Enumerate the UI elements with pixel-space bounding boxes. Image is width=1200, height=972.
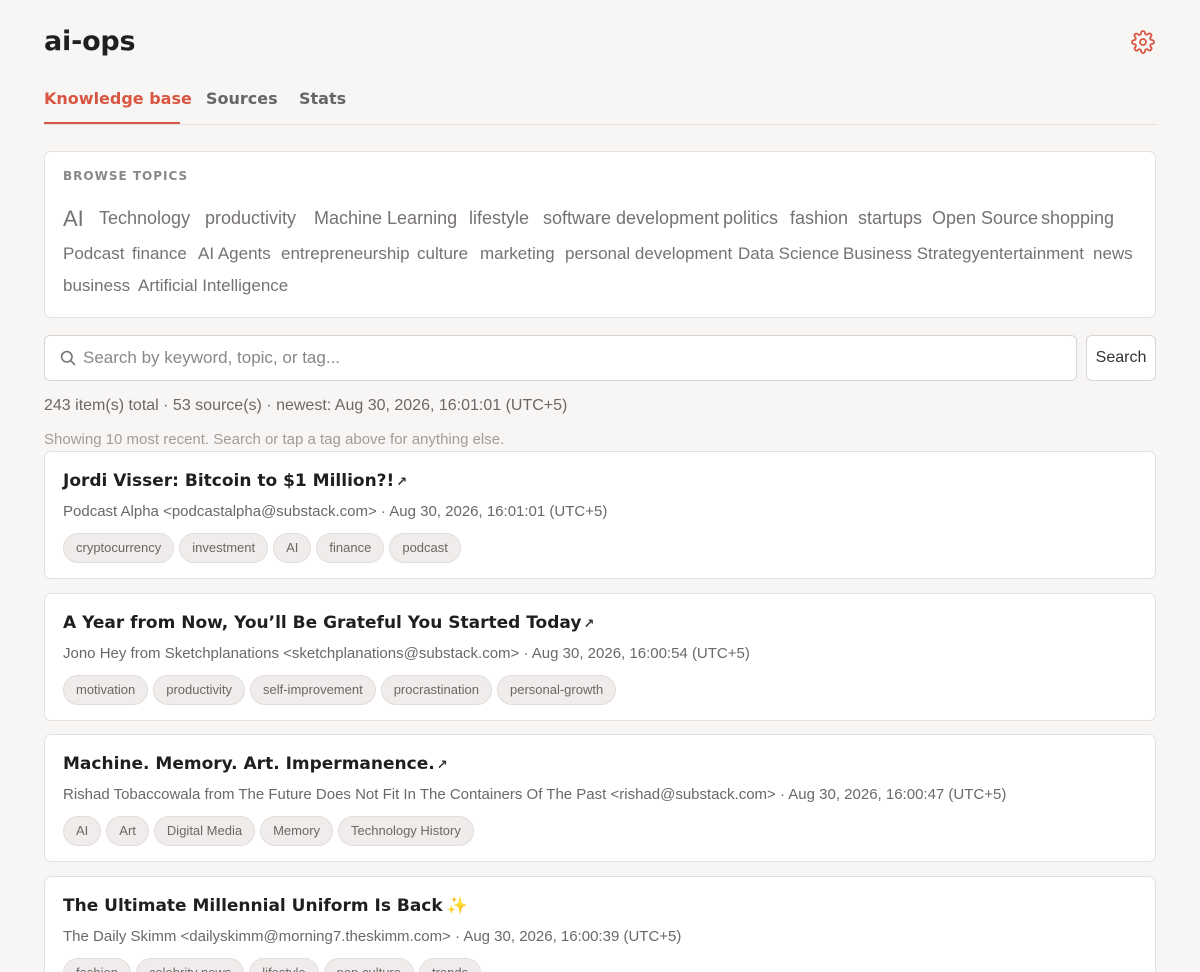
item-title-link[interactable]: Machine. Memory. Art. Impermanence. ↗ <box>63 754 448 774</box>
sparkles-icon: ✨ <box>446 896 468 916</box>
topic-tag[interactable]: Podcast <box>63 244 124 264</box>
item-tags: motivation productivity self-improvement pr… <box>63 675 621 705</box>
external-link-icon[interactable]: ↗ <box>583 617 594 632</box>
topic-tag[interactable]: AI Agents <box>198 244 271 264</box>
item-tag[interactable]: celebrity news <box>135 958 245 972</box>
search-input[interactable] <box>83 346 1063 370</box>
topic-tag[interactable]: business <box>63 276 130 296</box>
item-tag[interactable]: lifestyle <box>249 958 319 972</box>
list-item: Machine. Memory. Art. Impermanence. ↗ Ris… <box>44 734 1156 862</box>
item-tags: AI Art Digital Media Memory Technology Histo… <box>63 816 479 846</box>
item-title-link[interactable]: Jordi Visser: Bitcoin to $1 Million?! ↗ <box>63 471 407 491</box>
topic-tag[interactable]: news <box>1093 244 1133 264</box>
tab-knowledge-base[interactable]: Knowledge base <box>44 89 192 108</box>
topic-tag[interactable]: startups <box>858 208 922 229</box>
tab-sources[interactable]: Sources <box>206 89 278 108</box>
results-summary: 243 item(s) total · 53 source(s) · newes… <box>44 397 568 414</box>
active-tab-indicator <box>44 122 180 124</box>
external-link-icon[interactable]: ↗ <box>396 475 407 490</box>
topic-tag[interactable]: politics <box>723 208 778 229</box>
item-tag[interactable]: procrastination <box>380 675 492 705</box>
gear-icon[interactable] <box>1131 30 1155 54</box>
browse-topics-card: BROWSE TOPICS AI Technology productivity… <box>44 151 1156 318</box>
item-tag[interactable]: fashion <box>63 958 131 972</box>
topic-tag[interactable]: fashion <box>790 208 848 229</box>
item-meta: Podcast Alpha <podcastalpha@substack.com… <box>63 503 608 520</box>
topic-tag[interactable]: Data Science <box>738 244 839 264</box>
tab-bar: Knowledge base Sources Stats <box>44 87 1156 125</box>
item-tag[interactable]: motivation <box>63 675 149 705</box>
topic-tag[interactable]: entrepreneurship <box>281 244 410 264</box>
topic-tag[interactable]: software development <box>543 208 719 229</box>
item-tag[interactable]: pop culture <box>323 958 414 972</box>
item-title[interactable]: Machine. Memory. Art. Impermanence. <box>63 754 435 774</box>
topic-tag[interactable]: Machine Learning <box>314 208 457 229</box>
topic-tag[interactable]: entertainment <box>980 244 1084 264</box>
list-item: The Ultimate Millennial Uniform Is Back ✨… <box>44 876 1156 972</box>
topic-tag[interactable]: culture <box>417 244 468 264</box>
topic-tag[interactable]: productivity <box>205 208 296 229</box>
item-title-link[interactable]: The Ultimate Millennial Uniform Is Back ✨ <box>63 896 468 916</box>
topic-tag[interactable]: lifestyle <box>469 208 529 229</box>
search-button[interactable]: Search <box>1086 335 1156 381</box>
topic-tag[interactable]: finance <box>132 244 187 264</box>
topic-tag[interactable]: Business Strategy <box>843 244 980 264</box>
item-title[interactable]: The Ultimate Millennial Uniform Is Back <box>63 896 443 916</box>
item-tag[interactable]: AI <box>273 533 312 563</box>
item-meta: Rishad Tobaccowala from The Future Does … <box>63 786 1007 803</box>
item-title[interactable]: A Year from Now, You’ll Be Grateful You … <box>63 613 581 633</box>
browse-topics-heading: BROWSE TOPICS <box>63 169 189 183</box>
item-tag[interactable]: Art <box>106 816 149 846</box>
page: ai-ops Knowledge base Sources Stats BROW… <box>0 0 1200 972</box>
app-title: ai-ops <box>44 26 136 57</box>
item-meta: Jono Hey from Sketchplanations <sketchpl… <box>63 645 750 662</box>
item-tag[interactable]: Digital Media <box>153 816 256 846</box>
results-hint: Showing 10 most recent. Search or tap a … <box>44 431 505 448</box>
external-link-icon[interactable]: ↗ <box>437 758 448 773</box>
item-tag[interactable]: productivity <box>153 675 245 705</box>
tab-stats[interactable]: Stats <box>299 89 346 108</box>
item-tag[interactable]: podcast <box>389 533 461 563</box>
list-item: A Year from Now, You’ll Be Grateful You … <box>44 593 1156 721</box>
item-tags: fashion celebrity news lifestyle pop cultur… <box>63 958 486 972</box>
item-tag[interactable]: finance <box>316 533 385 563</box>
item-tag[interactable]: cryptocurrency <box>63 533 175 563</box>
item-tag[interactable]: self-improvement <box>250 675 376 705</box>
search-icon <box>60 350 76 366</box>
topic-tag[interactable]: AI <box>63 206 84 232</box>
item-tags: cryptocurrency investment AI finance podcast <box>63 533 466 563</box>
topic-tag[interactable]: personal development <box>565 244 732 264</box>
topic-tag[interactable]: Technology <box>99 208 190 229</box>
topic-tag[interactable]: Artificial Intelligence <box>138 276 288 296</box>
topic-tag[interactable]: marketing <box>480 244 555 264</box>
topic-tag[interactable]: Open Source <box>932 208 1038 229</box>
item-tag[interactable]: Technology History <box>338 816 474 846</box>
topic-tag[interactable]: shopping <box>1041 208 1114 229</box>
item-tag[interactable]: trends <box>418 958 482 972</box>
item-tag[interactable]: Memory <box>260 816 334 846</box>
item-tag[interactable]: personal-growth <box>496 675 617 705</box>
search-box <box>44 335 1077 381</box>
item-meta: The Daily Skimm <dailyskimm@morning7.the… <box>63 928 682 945</box>
list-item: Jordi Visser: Bitcoin to $1 Million?! ↗ P… <box>44 451 1156 579</box>
item-tag[interactable]: AI <box>63 816 102 846</box>
item-tag[interactable]: investment <box>179 533 269 563</box>
item-title[interactable]: Jordi Visser: Bitcoin to $1 Million?! <box>63 471 394 491</box>
item-title-link[interactable]: A Year from Now, You’ll Be Grateful You … <box>63 613 594 633</box>
